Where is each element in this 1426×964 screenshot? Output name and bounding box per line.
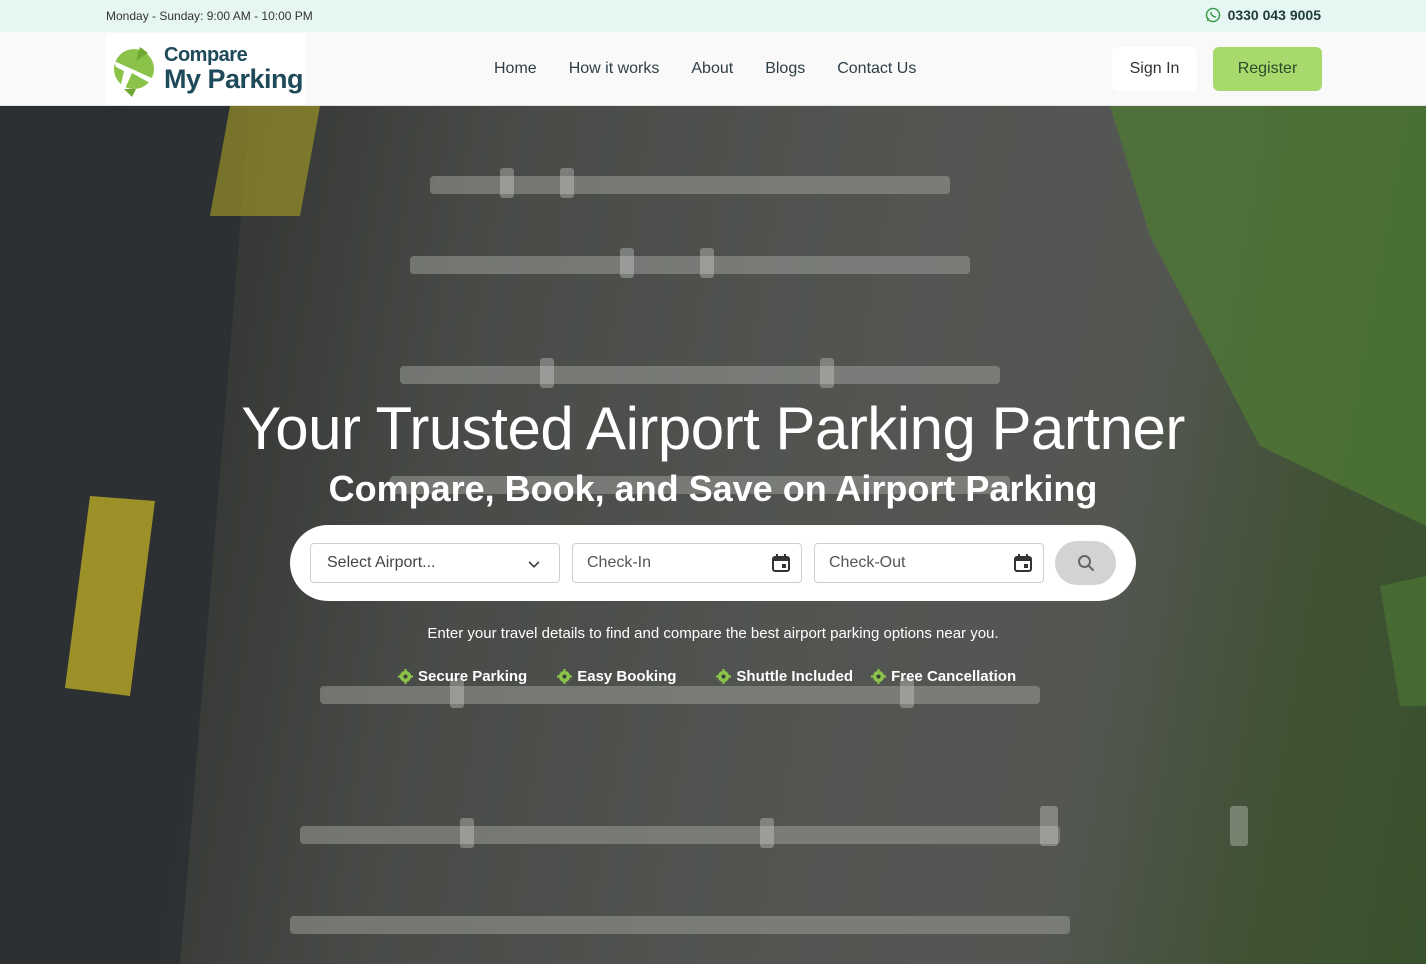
search-button[interactable]	[1055, 541, 1116, 585]
calendar-icon[interactable]	[771, 553, 791, 573]
logo-text-myparking: My Parking	[164, 64, 304, 94]
feature-shuttle-included: Shuttle Included	[716, 668, 853, 685]
search-icon	[1077, 555, 1094, 571]
feature-label: Easy Booking	[577, 668, 677, 685]
feature-easy-booking: Easy Booking	[557, 668, 676, 685]
logo-text-compare: Compare	[164, 44, 248, 66]
main-nav: Home How it works About Blogs Contact Us	[494, 32, 948, 106]
gear-icon	[716, 669, 732, 684]
phone-link[interactable]: 0330 043 9005	[1205, 7, 1321, 23]
opening-hours: Monday - Sunday: 9:00 AM - 10:00 PM	[106, 9, 313, 23]
airport-select-value: Select Airport...	[327, 554, 436, 571]
hero-subtitle: Compare, Book, and Save on Airport Parki…	[328, 468, 1098, 509]
gear-icon	[557, 669, 573, 684]
phone-number: 0330 043 9005	[1227, 7, 1321, 23]
sign-in-button[interactable]: Sign In	[1112, 47, 1197, 91]
gear-icon	[398, 669, 413, 684]
feature-free-cancellation: Free Cancellation	[871, 668, 1016, 685]
gear-icon	[871, 669, 887, 684]
whatsapp-icon	[1205, 7, 1220, 23]
site-logo[interactable]: Compare My Parking	[106, 33, 306, 105]
search-bar: Select Airport... Check-In Check-Out	[290, 525, 1136, 601]
nav-blogs[interactable]: Blogs	[765, 60, 805, 78]
top-info-bar: Monday - Sunday: 9:00 AM - 10:00 PM 0330…	[0, 0, 1426, 32]
chevron-down-icon	[528, 561, 540, 568]
nav-contact-us[interactable]: Contact Us	[837, 60, 916, 78]
logo-plane-icon	[114, 47, 154, 97]
register-button[interactable]: Register	[1213, 47, 1322, 91]
check-in-input[interactable]: Check-In	[572, 543, 802, 583]
feature-label: Shuttle Included	[736, 668, 854, 685]
feature-secure-parking: Secure Parking	[398, 668, 527, 685]
nav-home[interactable]: Home	[494, 60, 537, 78]
check-out-input[interactable]: Check-Out	[814, 543, 1044, 583]
site-header: Compare My Parking Home How it works Abo…	[0, 32, 1426, 106]
nav-about[interactable]: About	[691, 60, 733, 78]
nav-how-it-works[interactable]: How it works	[569, 60, 660, 78]
search-hint-text: Enter your travel details to find and co…	[427, 625, 999, 642]
feature-label: Free Cancellation	[891, 668, 1017, 685]
check-in-placeholder: Check-In	[587, 554, 652, 571]
hero-title: Your Trusted Airport Parking Partner	[241, 395, 1185, 462]
hero-section: Your Trusted Airport Parking Partner Com…	[0, 106, 1426, 964]
check-out-placeholder: Check-Out	[829, 554, 906, 571]
feature-list: Secure Parking Easy Booking Shuttle Incl…	[398, 668, 1046, 685]
airport-select[interactable]: Select Airport...	[310, 543, 560, 583]
calendar-icon[interactable]	[1013, 553, 1033, 573]
feature-label: Secure Parking	[418, 668, 528, 685]
